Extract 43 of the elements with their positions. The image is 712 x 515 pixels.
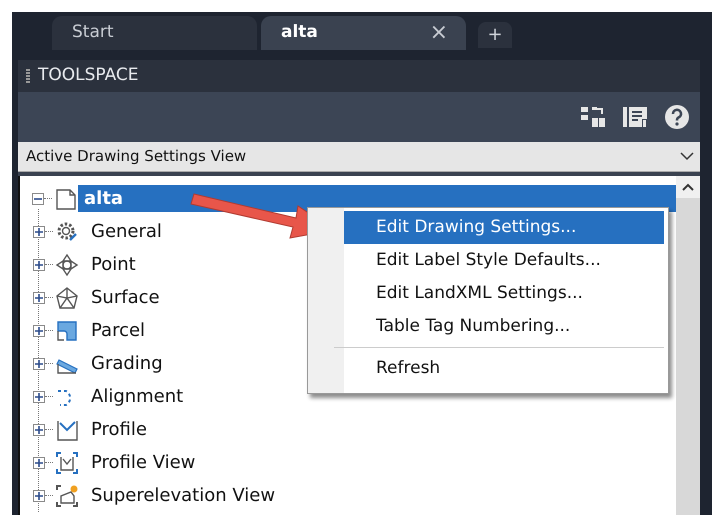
document-tab[interactable]: alta × [261, 16, 466, 50]
expander-icon[interactable] [33, 358, 45, 370]
expander-icon[interactable] [33, 424, 45, 436]
tree-item[interactable]: Superelevation View [85, 482, 282, 509]
parcel-icon [55, 318, 79, 342]
expander-icon[interactable] [33, 226, 45, 238]
menu-item[interactable]: Refresh [344, 352, 664, 385]
menu-item[interactable]: Table Tag Numbering... [344, 310, 664, 343]
expander-icon[interactable] [33, 324, 45, 336]
scrollbar[interactable] [676, 176, 700, 515]
expander-icon[interactable] [32, 192, 44, 204]
scroll-up-icon[interactable] [682, 183, 694, 191]
polygon-icon [55, 286, 79, 310]
tree-item[interactable]: General [85, 218, 168, 245]
menu-item[interactable]: Edit LandXML Settings... [344, 277, 664, 310]
tree-item[interactable]: Profile View [85, 449, 202, 476]
chevron-down-icon [680, 152, 694, 161]
tree-item[interactable]: Surface [85, 284, 166, 311]
document-tab[interactable]: Start [52, 16, 257, 50]
expander-icon[interactable] [33, 490, 45, 502]
document-icon [54, 186, 78, 210]
help-icon[interactable] [664, 104, 690, 130]
expander-icon[interactable] [33, 456, 45, 468]
list-view-icon[interactable] [622, 105, 648, 129]
new-tab-button[interactable]: + [478, 22, 512, 48]
tree-item[interactable]: Alignment [85, 383, 190, 410]
menu-item[interactable]: Edit Drawing Settings... [344, 211, 664, 244]
expander-icon[interactable] [33, 292, 45, 304]
tree-item[interactable]: Parcel [85, 317, 152, 344]
expander-icon[interactable] [33, 390, 45, 402]
tree-item[interactable]: Grading [85, 350, 169, 377]
profile-view-icon [55, 450, 79, 474]
menu-item[interactable]: Edit Label Style Defaults... [344, 244, 664, 277]
crosshair-icon [55, 252, 79, 276]
tree-item[interactable]: Point [85, 251, 142, 278]
tree-item[interactable]: Profile [85, 416, 153, 443]
view-dropdown[interactable]: Active Drawing Settings View [18, 142, 700, 172]
gear-icon [55, 220, 79, 244]
superelevation-icon [55, 484, 79, 508]
close-button[interactable]: × [430, 22, 448, 44]
tree-view-icon[interactable] [580, 105, 606, 129]
panel-title: TOOLSPACE [38, 64, 139, 88]
expander-icon[interactable] [33, 258, 45, 270]
